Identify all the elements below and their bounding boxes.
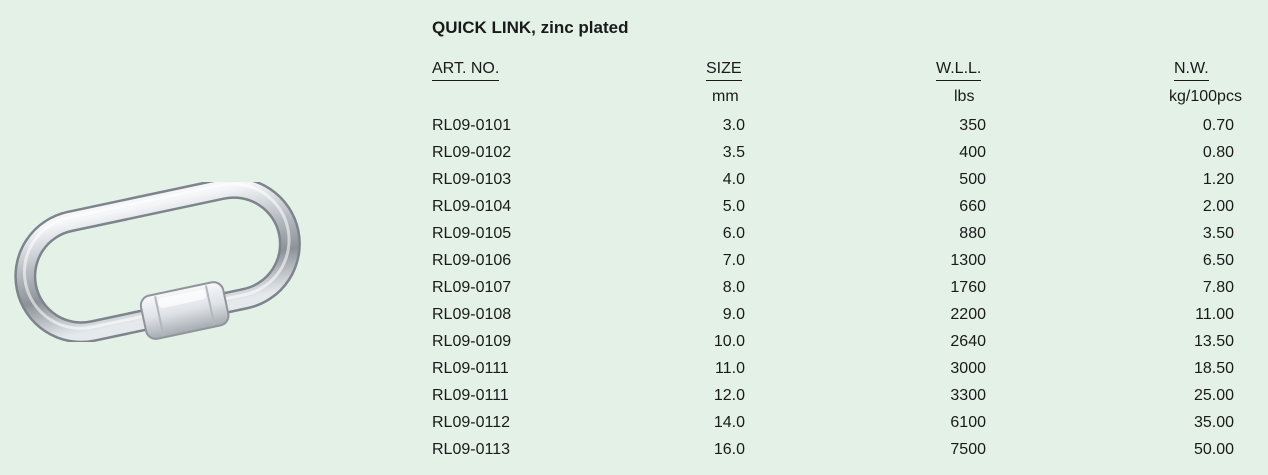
header-size: SIZE	[706, 60, 742, 81]
table-row: RL09-0108 9.0 2200 11.00	[0, 306, 1268, 333]
size-cell: 5.0	[722, 198, 745, 215]
art-no-cell: RL09-0107	[432, 279, 512, 296]
art-no-cell: RL09-0111	[432, 360, 509, 377]
size-cell: 16.0	[713, 441, 745, 458]
nw-cell: 35.00	[1193, 414, 1234, 431]
nw-cell: 1.20	[1202, 171, 1234, 188]
size-cell: 3.5	[722, 144, 745, 161]
art-no-cell: RL09-0113	[432, 441, 510, 458]
wll-cell: 350	[959, 117, 986, 134]
size-cell: 14.0	[713, 414, 745, 431]
nw-cell: 0.70	[1202, 117, 1234, 134]
wll-cell: 2640	[950, 333, 986, 350]
wll-cell: 6100	[950, 414, 986, 431]
nw-cell: 3.50	[1202, 225, 1234, 242]
art-no-cell: RL09-0105	[432, 225, 512, 242]
table-row: RL09-0105 6.0 880 3.50	[0, 225, 1268, 252]
size-cell: 10.0	[713, 333, 745, 350]
unit-nw: kg/100pcs	[1169, 88, 1242, 105]
wll-cell: 660	[959, 198, 986, 215]
wll-cell: 1300	[950, 252, 986, 269]
size-cell: 7.0	[722, 252, 745, 269]
art-no-cell: RL09-0112	[432, 414, 510, 431]
wll-cell: 3300	[950, 387, 986, 404]
wll-cell: 400	[959, 144, 986, 161]
header-wll: W.L.L.	[936, 60, 982, 81]
table-row: RL09-0109 10.0 2640 13.50	[0, 333, 1268, 360]
nw-cell: 11.00	[1195, 306, 1234, 323]
size-cell: 9.0	[722, 306, 745, 323]
table-row: RL09-0106 7.0 1300 6.50	[0, 252, 1268, 279]
art-no-cell: RL09-0109	[432, 333, 512, 350]
nw-cell: 50.00	[1193, 441, 1234, 458]
wll-cell: 500	[959, 171, 986, 188]
size-cell: 6.0	[722, 225, 745, 242]
nw-cell: 7.80	[1202, 279, 1234, 296]
art-no-cell: RL09-0102	[432, 144, 512, 161]
nw-cell: 2.00	[1202, 198, 1234, 215]
header-nw: N.W.	[1174, 60, 1209, 81]
nw-cell: 0.80	[1202, 144, 1234, 161]
table-row: RL09-0103 4.0 500 1.20	[0, 171, 1268, 198]
table-row: RL09-0111 12.0 3300 25.00	[0, 387, 1268, 414]
wll-cell: 1760	[950, 279, 986, 296]
size-cell: 4.0	[722, 171, 745, 188]
unit-size: mm	[712, 88, 739, 105]
table-row: RL09-0107 8.0 1760 7.80	[0, 279, 1268, 306]
art-no-cell: RL09-0101	[432, 117, 512, 134]
art-no-cell: RL09-0111	[432, 387, 509, 404]
table-row: RL09-0113 16.0 7500 50.00	[0, 441, 1268, 468]
nw-cell: 13.50	[1193, 333, 1234, 350]
nw-cell: 6.50	[1202, 252, 1234, 269]
header-art-no: ART. NO.	[432, 60, 500, 81]
size-cell: 3.0	[722, 117, 745, 134]
size-cell: 11.0	[715, 360, 745, 377]
table-row: RL09-0101 3.0 350 0.70	[0, 117, 1268, 144]
wll-cell: 3000	[950, 360, 986, 377]
table-row: RL09-0112 14.0 6100 35.00	[0, 414, 1268, 441]
table-title: QUICK LINK, zinc plated	[432, 18, 629, 37]
size-cell: 12.0	[713, 387, 745, 404]
wll-cell: 7500	[950, 441, 986, 458]
art-no-cell: RL09-0103	[432, 171, 512, 188]
wll-cell: 2200	[950, 306, 986, 323]
art-no-cell: RL09-0104	[432, 198, 512, 215]
unit-wll: lbs	[954, 88, 975, 105]
table-row: RL09-0102 3.5 400 0.80	[0, 144, 1268, 171]
art-no-cell: RL09-0106	[432, 252, 512, 269]
art-no-cell: RL09-0108	[432, 306, 512, 323]
wll-cell: 880	[959, 225, 986, 242]
size-cell: 8.0	[722, 279, 745, 296]
nw-cell: 25.00	[1193, 387, 1234, 404]
table-row: RL09-0111 11.0 3000 18.50	[0, 360, 1268, 387]
table-row: RL09-0104 5.0 660 2.00	[0, 198, 1268, 225]
nw-cell: 18.50	[1193, 360, 1234, 377]
